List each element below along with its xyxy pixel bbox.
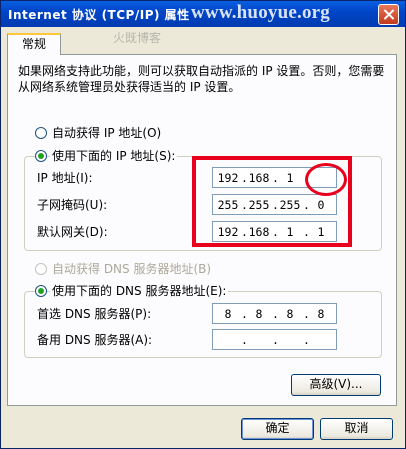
radio-manual-dns[interactable] bbox=[35, 285, 47, 297]
auto-dns-label: 自动获得 DNS 服务器地址(B) bbox=[52, 262, 212, 276]
ok-button[interactable]: 确定 bbox=[241, 418, 314, 440]
auto-ip-label: 自动获得 IP 地址(O) bbox=[52, 126, 162, 140]
description-text: 如果网络支持此功能，则可以获取自动指派的 IP 设置。否则，您需要从网络系统管理… bbox=[18, 64, 385, 94]
manual-dns-label: 使用下面的 DNS 服务器地址(E): bbox=[50, 284, 229, 298]
default-gateway-label: 默认网关(D): bbox=[37, 225, 108, 239]
subnet-mask-input[interactable]: 255. 255. 255. 0 bbox=[212, 194, 337, 215]
tab-general[interactable]: 常规 bbox=[7, 33, 61, 55]
ip-address-label: IP 地址(I): bbox=[37, 171, 93, 185]
preferred-dns-label: 首选 DNS 服务器(P): bbox=[37, 307, 152, 321]
title-bar[interactable]: Internet 协议 (TCP/IP) 属性 www.huoyue.org bbox=[1, 1, 405, 27]
manual-ip-label: 使用下面的 IP 地址(S): bbox=[50, 149, 178, 163]
tcpip-properties-dialog: Internet 协议 (TCP/IP) 属性 www.huoyue.org 火… bbox=[0, 0, 406, 449]
default-gateway-input[interactable]: 192. 168. 1. 1 bbox=[212, 221, 337, 242]
radio-auto-ip[interactable] bbox=[35, 127, 47, 139]
window-title: Internet 协议 (TCP/IP) 属性 bbox=[8, 8, 190, 22]
watermark-cn: 火既博客 bbox=[113, 31, 162, 45]
radio-auto-dns[interactable] bbox=[35, 263, 47, 275]
radio-manual-ip[interactable] bbox=[35, 150, 47, 162]
subnet-mask-label: 子网掩码(U): bbox=[37, 198, 108, 212]
advanced-button[interactable]: 高级(V)... bbox=[291, 374, 381, 396]
close-icon[interactable] bbox=[378, 4, 399, 25]
cancel-button[interactable]: 取消 bbox=[320, 418, 393, 440]
watermark: www.huoyue.org bbox=[191, 2, 330, 23]
preferred-dns-input[interactable]: 8. 8. 8. 8 bbox=[212, 303, 337, 324]
ip-address-input[interactable]: 192. 168. 1. bbox=[212, 167, 337, 188]
alternate-dns-label: 备用 DNS 服务器(A): bbox=[37, 333, 153, 347]
alternate-dns-input[interactable]: . . . bbox=[212, 329, 337, 350]
